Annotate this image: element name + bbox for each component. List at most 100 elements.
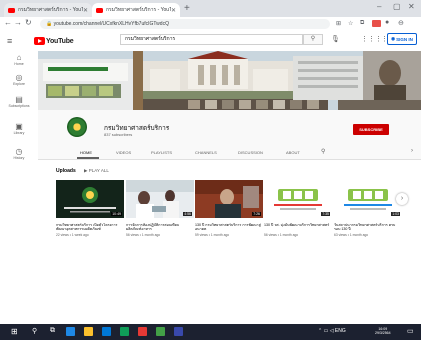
tab-home[interactable]: HOME bbox=[80, 150, 92, 155]
sidebar-item-home[interactable]: ⌂ Home bbox=[0, 53, 38, 66]
minimize-icon[interactable]: – bbox=[377, 2, 381, 11]
subscribe-button[interactable]: SUBSCRIBE bbox=[353, 124, 389, 135]
video-title[interactable]: 130 ปี วศ. มุ่งมั่นพัฒนาบริการวิทยาศาสตร… bbox=[264, 223, 330, 227]
bookmark-star-icon[interactable]: ☆ bbox=[348, 20, 353, 27]
word-icon[interactable] bbox=[120, 327, 129, 336]
tab-videos[interactable]: VIDEOS bbox=[116, 150, 131, 155]
youtube-play-logo-icon bbox=[34, 37, 45, 45]
edge-icon[interactable] bbox=[66, 327, 75, 336]
file-explorer-icon[interactable] bbox=[84, 327, 93, 336]
sidebar-item-history[interactable]: ◷ History bbox=[0, 147, 38, 160]
search-input[interactable]: กรมวิทยาศาสตร์บริการ bbox=[120, 34, 303, 45]
taskbar-search-icon[interactable]: ⚲ bbox=[32, 327, 37, 335]
video-duration: 1:03 bbox=[391, 212, 400, 216]
translate-icon[interactable]: ⊞ bbox=[336, 20, 341, 27]
back-icon[interactable]: ← bbox=[4, 18, 12, 27]
play-all-button[interactable]: ▶ PLAY ALL bbox=[84, 168, 109, 174]
sidebar-item-explore[interactable]: ◎ Explore bbox=[0, 73, 38, 86]
apps-grid-icon[interactable]: ⋮⋮⋮ bbox=[361, 35, 382, 43]
browser-tab-label: กรมวิทยาศาสตร์บริการ - YouTube bbox=[18, 7, 83, 13]
tabs-scroll-right-icon[interactable]: › bbox=[411, 148, 413, 154]
search-icon: ⚲ bbox=[310, 36, 316, 42]
channel-banner bbox=[38, 51, 421, 110]
play-icon: ▶ bbox=[84, 168, 88, 173]
extensions-icon[interactable]: ⧉ bbox=[360, 20, 364, 27]
active-tab-indicator bbox=[77, 157, 99, 159]
tab-discussion[interactable]: DISCUSSION bbox=[238, 150, 263, 155]
notification-icon[interactable]: ▭ bbox=[407, 327, 414, 335]
task-view-icon[interactable]: ⧉ bbox=[50, 327, 55, 335]
sidebar-item-label: Home bbox=[14, 62, 24, 66]
subscriber-count: 837 subscribers bbox=[104, 132, 133, 137]
tab-channels[interactable]: CHANNELS bbox=[195, 150, 217, 155]
forward-icon[interactable]: → bbox=[14, 18, 22, 27]
compass-icon: ◎ bbox=[15, 73, 23, 82]
sidebar-item-label: Explore bbox=[13, 82, 25, 86]
sidebar-item-label: Subscriptions bbox=[8, 104, 30, 108]
search-button[interactable]: ⚲ bbox=[303, 34, 323, 45]
clock-date: 29/3/2564 bbox=[375, 331, 391, 335]
user-account-icon[interactable]: ⊖ bbox=[398, 19, 404, 27]
profile-icon[interactable]: ● bbox=[385, 19, 389, 26]
maximize-icon[interactable]: ▢ bbox=[393, 2, 401, 11]
library-icon: ▣ bbox=[15, 122, 23, 131]
video-duration: 7:26 bbox=[252, 212, 261, 216]
microphone-icon[interactable]: 🎙 bbox=[331, 35, 340, 43]
video-thumbnail[interactable]: 10:49 bbox=[56, 180, 124, 218]
close-tab-icon[interactable]: ✕ bbox=[83, 7, 88, 14]
video-title[interactable]: วันสถาปนากรมวิทยาศาสตร์บริการ ครบรอบ 130… bbox=[334, 223, 400, 232]
video-meta: 63 views • 1 month ago bbox=[334, 233, 369, 237]
reload-icon[interactable]: ↻ bbox=[25, 18, 32, 27]
subscriptions-icon: ▤ bbox=[15, 95, 23, 104]
lock-icon: 🔒 bbox=[46, 21, 54, 27]
youtube-logo[interactable]: YouTube bbox=[34, 37, 74, 45]
video-title[interactable]: 130 ปี กรมวิทยาศาสตร์บริการ การพัฒนาสู่อ… bbox=[195, 223, 261, 232]
windows-taskbar bbox=[0, 324, 421, 340]
video-thumbnail[interactable]: 1:03 bbox=[334, 180, 402, 218]
video-duration: 4:56 bbox=[183, 212, 192, 216]
sign-in-label: SIGN IN bbox=[396, 36, 413, 42]
system-tray-icons[interactable]: ⌃ ▭ ◁ ENG bbox=[318, 328, 346, 334]
tab-about[interactable]: ABOUT bbox=[286, 150, 300, 155]
address-text: youtube.com/channel/UCxfknXLHvYfb7ufcIGT… bbox=[53, 21, 169, 27]
chrome-icon[interactable] bbox=[138, 327, 147, 336]
history-icon: ◷ bbox=[15, 147, 23, 156]
video-meta: 56 views • 1 month ago bbox=[126, 233, 161, 237]
browser-tab-1[interactable]: กรมวิทยาศาสตร์บริการ - YouTube ✕ bbox=[4, 3, 92, 17]
video-title[interactable]: กรมวิทยาศาสตร์บริการ เปิดตัวโครงการพัฒนา… bbox=[56, 223, 122, 232]
play-all-label: PLAY ALL bbox=[88, 168, 109, 173]
video-duration: 10:49 bbox=[111, 212, 122, 216]
channel-search-icon[interactable]: ⚲ bbox=[321, 148, 325, 155]
video-meta: 22 views • 1 week ago bbox=[56, 233, 89, 237]
sidebar-item-label: Library bbox=[13, 131, 25, 135]
store-icon[interactable] bbox=[102, 327, 111, 336]
menu-icon[interactable]: ≡ bbox=[7, 36, 12, 46]
video-thumbnail[interactable]: 4:56 bbox=[126, 180, 194, 218]
tab-playlists[interactable]: PLAYLISTS bbox=[151, 150, 172, 155]
sidebar-item-library[interactable]: ▣ Library bbox=[0, 122, 38, 135]
uploads-heading[interactable]: Uploads bbox=[56, 168, 76, 174]
windows-start-icon[interactable]: ⊞ bbox=[11, 327, 18, 336]
close-window-icon[interactable]: ✕ bbox=[408, 2, 415, 11]
line-app-icon[interactable] bbox=[156, 327, 165, 336]
video-thumbnail[interactable]: 7:26 bbox=[195, 180, 263, 218]
sign-in-button[interactable]: ◉ SIGN IN bbox=[387, 33, 417, 45]
sidebar-item-label: History bbox=[13, 156, 25, 160]
app-icon[interactable] bbox=[174, 327, 183, 336]
youtube-favicon-icon bbox=[96, 7, 103, 13]
account-icon: ◉ bbox=[391, 36, 396, 41]
banner-image bbox=[38, 51, 421, 110]
browser-tab-2[interactable]: กรมวิทยาศาสตร์บริการ - YouTube ✕ bbox=[92, 3, 180, 17]
sidebar-item-subscriptions[interactable]: ▤ Subscriptions bbox=[0, 95, 38, 108]
address-bar[interactable]: 🔒 youtube.com/channel/UCxfknXLHvYfb7ufcI… bbox=[40, 19, 330, 29]
new-tab-icon[interactable]: + bbox=[184, 3, 190, 14]
channel-avatar[interactable] bbox=[67, 117, 87, 137]
extension-icon[interactable] bbox=[372, 20, 381, 27]
browser-tab-label: กรมวิทยาศาสตร์บริการ - YouTube bbox=[106, 7, 171, 13]
video-meta: 56 views • 1 month ago bbox=[264, 233, 299, 237]
close-tab-icon[interactable]: ✕ bbox=[171, 7, 176, 14]
taskbar-clock[interactable]: 16:09 29/3/2564 bbox=[375, 327, 391, 335]
video-title[interactable]: การจัดการห้องปฏิบัติการสอบเทียบผลิตภัณฑ์… bbox=[126, 223, 192, 232]
shelf-next-arrow-icon[interactable]: › bbox=[396, 193, 408, 205]
video-thumbnail[interactable]: 7:35 bbox=[264, 180, 332, 218]
